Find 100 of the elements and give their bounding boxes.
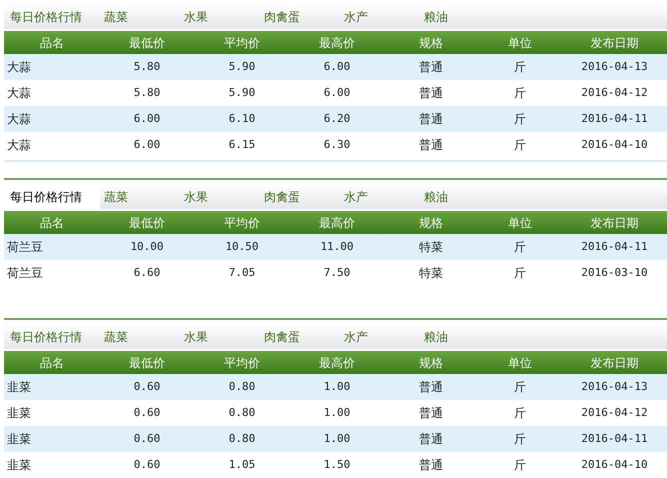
table-cell-text: 5.80 — [132, 84, 162, 101]
table-cell-text: 1.50 — [322, 456, 352, 473]
table-cell-text: 2016-04-10 — [580, 136, 649, 153]
table-cell-text: 2016-04-11 — [580, 430, 649, 447]
category-tab[interactable]: 水果 — [180, 184, 260, 209]
column-header: 最高价 — [318, 214, 356, 232]
category-tab[interactable]: 每日价格行情 — [4, 184, 100, 209]
column-header: 单位 — [507, 214, 533, 232]
table-cell-text: 普通 — [418, 85, 444, 102]
table-cell-text: 5.90 — [228, 84, 256, 101]
column-header: 发布日期 — [590, 214, 640, 232]
column-header: 最高价 — [318, 34, 356, 52]
table-cell-text: 荷兰豆 — [6, 239, 44, 256]
category-tab[interactable]: 水果 — [180, 4, 260, 29]
table-cell-text: 普通 — [418, 379, 444, 396]
table-cell-text: 0.80 — [228, 378, 256, 395]
table-cell-text: 普通 — [418, 457, 444, 474]
table-cell-text: 6.20 — [322, 110, 352, 127]
table-cell-text: 5.90 — [228, 58, 256, 75]
column-header: 发布日期 — [590, 354, 640, 372]
table-cell-text: 2016-04-13 — [580, 58, 649, 75]
category-tab[interactable]: 粮油 — [420, 4, 500, 29]
table-cell-text: 6.10 — [228, 110, 256, 127]
category-tab[interactable]: 水产 — [340, 184, 420, 209]
table-cell-text: 斤 — [513, 111, 527, 128]
table-cell-text: 10.50 — [224, 238, 260, 255]
table-cell-text: 6.30 — [322, 136, 352, 153]
table-cell-text: 普通 — [418, 431, 444, 448]
category-tab[interactable]: 每日价格行情 — [4, 324, 100, 349]
table-cell-text: 6.60 — [132, 264, 162, 281]
table-cell-text: 0.80 — [228, 430, 256, 447]
category-tab[interactable]: 蔬菜 — [100, 4, 180, 29]
table-cell-text: 0.60 — [132, 430, 162, 447]
table-cell-text: 11.00 — [319, 238, 355, 255]
category-tab[interactable]: 粮油 — [420, 184, 500, 209]
table-cell-text: 特菜 — [418, 239, 444, 256]
table-cell-text: 7.50 — [322, 264, 352, 281]
category-tab[interactable]: 蔬菜 — [100, 184, 180, 209]
column-header: 规格 — [418, 354, 444, 372]
column-header: 发布日期 — [590, 34, 640, 52]
category-tab[interactable]: 肉禽蛋 — [260, 184, 340, 209]
category-tab[interactable]: 水产 — [340, 4, 420, 29]
column-header: 规格 — [418, 214, 444, 232]
table-cell-text: 大蒜 — [6, 137, 32, 154]
column-header: 平均价 — [223, 214, 261, 232]
table-cell-text: 斤 — [513, 405, 527, 422]
column-header: 品名 — [39, 214, 65, 232]
table-cell-text: 斤 — [513, 457, 527, 474]
table-cell-text: 0.60 — [132, 456, 162, 473]
table-cell-text: 韭菜 — [6, 405, 32, 422]
category-tab[interactable]: 肉禽蛋 — [260, 4, 340, 29]
column-header: 最高价 — [318, 354, 356, 372]
category-tab[interactable]: 水果 — [180, 324, 260, 349]
table-cell-text: 1.00 — [322, 404, 352, 421]
column-header: 平均价 — [223, 354, 261, 372]
column-header: 最低价 — [128, 214, 166, 232]
column-header: 最低价 — [128, 34, 166, 52]
table-cell-text: 6.15 — [228, 136, 256, 153]
table-cell-text: 斤 — [513, 431, 527, 448]
table-cell-text: 斤 — [513, 59, 527, 76]
column-header: 平均价 — [223, 34, 261, 52]
table-cell-text: 2016-04-11 — [580, 238, 649, 255]
category-tab[interactable]: 蔬菜 — [100, 324, 180, 349]
table-cell-text: 6.00 — [132, 136, 162, 153]
table-cell-text: 7.05 — [228, 264, 256, 281]
table-cell-text: 6.00 — [322, 84, 352, 101]
table-cell-text: 斤 — [513, 239, 527, 256]
column-header: 单位 — [507, 34, 533, 52]
column-header: 规格 — [418, 34, 444, 52]
category-tab[interactable]: 每日价格行情 — [4, 4, 100, 29]
table-cell-text: 2016-04-10 — [580, 456, 649, 473]
table-cell-text: 特菜 — [418, 265, 444, 282]
table-cell-text: 韭菜 — [6, 431, 32, 448]
category-tab[interactable]: 水产 — [340, 324, 420, 349]
table-cell-text: 5.80 — [132, 58, 162, 75]
table-cell-text: 1.05 — [228, 456, 256, 473]
table-cell-text: 10.00 — [129, 238, 165, 255]
table-cell-text: 大蒜 — [6, 85, 32, 102]
column-header: 最低价 — [128, 354, 166, 372]
table-cell-text: 普通 — [418, 111, 444, 128]
table-cell-text: 普通 — [418, 137, 444, 154]
table-cell-text: 2016-04-12 — [580, 404, 649, 421]
table-cell-text: 斤 — [513, 265, 527, 282]
table-cell-text: 6.00 — [132, 110, 162, 127]
category-tab[interactable]: 肉禽蛋 — [260, 324, 340, 349]
table-cell-text: 2016-03-10 — [580, 264, 649, 281]
table-cell-text: 0.80 — [228, 404, 256, 421]
column-header: 品名 — [39, 34, 65, 52]
table-cell-text: 荷兰豆 — [6, 265, 44, 282]
table-cell-text: 斤 — [513, 85, 527, 102]
table-cell-text: 韭菜 — [6, 379, 32, 396]
table-cell-text: 1.00 — [322, 378, 352, 395]
table-cell-text: 斤 — [513, 379, 527, 396]
column-header: 品名 — [39, 354, 65, 372]
table-cell-text: 2016-04-13 — [580, 378, 649, 395]
category-tab[interactable]: 粮油 — [420, 324, 500, 349]
column-header: 单位 — [507, 354, 533, 372]
table-cell-text: 2016-04-11 — [580, 110, 649, 127]
table-cell-text: 0.60 — [132, 378, 162, 395]
table-cell-text: 1.00 — [322, 430, 352, 447]
